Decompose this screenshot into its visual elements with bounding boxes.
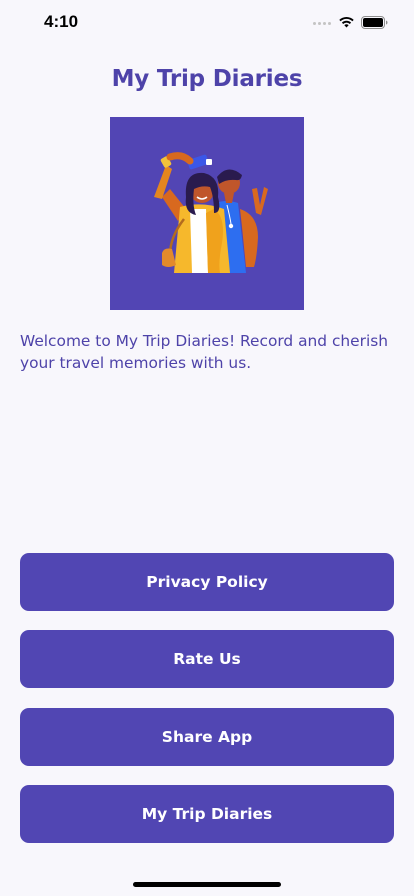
status-bar: 4:10 [0,0,414,46]
status-time: 4:10 [44,12,79,31]
home-indicator[interactable] [133,882,281,887]
hero-illustration [110,117,304,310]
battery-icon [361,16,388,29]
share-app-button[interactable]: Share App [20,708,394,766]
welcome-message: Welcome to My Trip Diaries! Record and c… [20,332,389,372]
privacy-policy-button[interactable]: Privacy Policy [20,553,394,611]
wifi-icon [339,16,354,28]
signal-dots-icon [313,22,333,27]
rate-us-button[interactable]: Rate Us [20,630,394,688]
page-title: My Trip Diaries [111,66,303,92]
app-screen: 4:10 My Trip Diaries Welcome to My Trip … [0,0,414,896]
my-trip-diaries-button[interactable]: My Trip Diaries [20,785,394,843]
selfie-illustration [110,117,304,310]
